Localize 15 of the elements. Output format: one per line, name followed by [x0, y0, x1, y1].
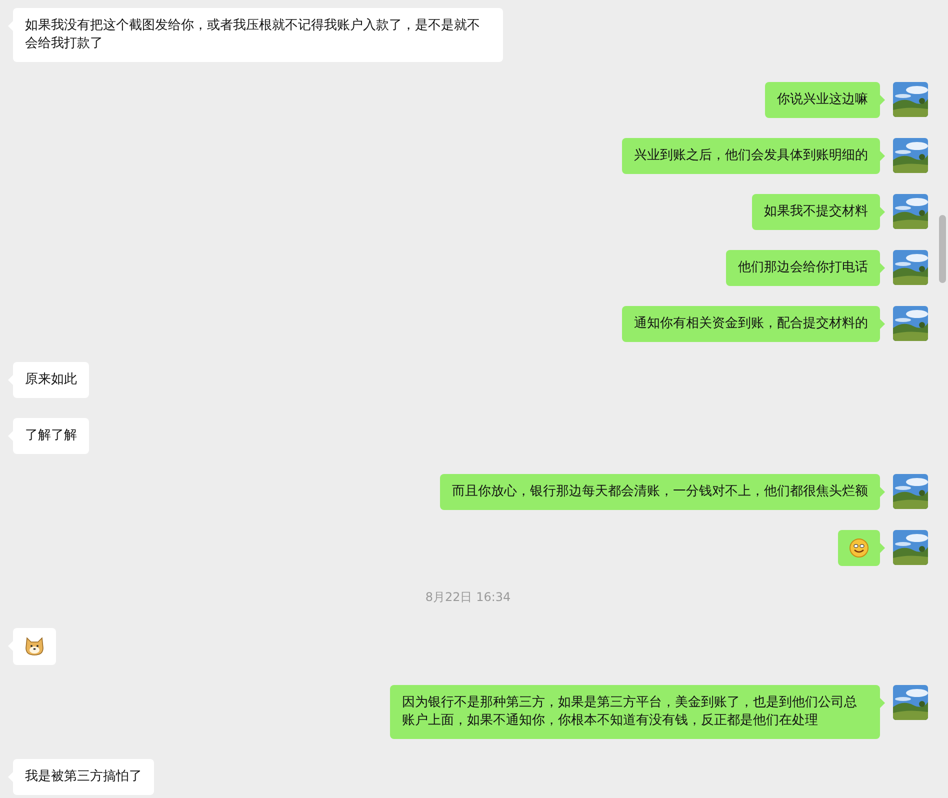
message-bubble: 我是被第三方搞怕了	[13, 759, 154, 795]
message-bubble: 他们那边会给你打电话	[726, 250, 880, 286]
message-bubble: 而且你放心，银行那边每天都会清账，一分钱对不上，他们都很焦头烂额	[440, 474, 880, 510]
scrollbar[interactable]	[939, 215, 946, 283]
message-bubble: 如果我不提交材料	[752, 194, 880, 230]
message-bubble: 因为银行不是那种第三方，如果是第三方平台，美金到账了，也是到他们公司总账户上面，如果不通知你，你根本不知道有没有钱，反正都是他们在处理	[390, 685, 880, 739]
message-bubble: 原来如此	[13, 362, 89, 398]
timestamp: 8月22日 16:34	[425, 589, 511, 606]
message-bubble: 如果我没有把这个截图发给你，或者我压根就不记得我账户入款了，是不是就不会给我打款了	[13, 8, 503, 62]
message-bubble: 了解了解	[13, 418, 89, 454]
message-bubble: 通知你有相关资金到账，配合提交材料的	[622, 306, 880, 342]
message-bubble: 你说兴业这边嘛	[765, 82, 880, 118]
dog-icon	[24, 636, 45, 657]
smiley-icon	[849, 538, 869, 558]
message-bubble: 兴业到账之后，他们会发具体到账明细的	[622, 138, 880, 174]
